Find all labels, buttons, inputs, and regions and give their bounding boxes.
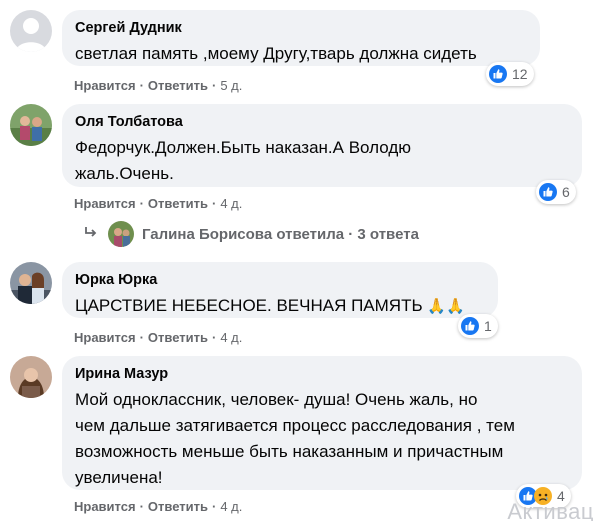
- avatar: [108, 221, 134, 247]
- separator-dot: ·: [139, 196, 144, 211]
- like-button[interactable]: Нравится: [74, 196, 136, 211]
- comment-bubble: Сергей Дудник светлая память ,моему Друг…: [62, 10, 540, 66]
- reaction-count: 12: [512, 66, 528, 82]
- comment-bubble: Ирина Мазур Мой одноклассник, человек- д…: [62, 356, 582, 490]
- separator-dot: ·: [211, 330, 217, 345]
- comment-text: светлая память ,моему Другу,тварь должна…: [75, 44, 477, 63]
- separator-dot: ·: [211, 499, 217, 514]
- separator-dot: ·: [139, 499, 144, 514]
- reply-button[interactable]: Ответить: [148, 499, 208, 514]
- comment-text: Мой одноклассник, человек- душа! Очень ж…: [75, 390, 478, 409]
- comment-actions: Нравится · Ответить · 4 д.: [74, 196, 242, 211]
- reaction-count: 1: [484, 318, 492, 334]
- comment-bubble: Оля Толбатова Федорчук.Должен.Быть наказ…: [62, 104, 582, 187]
- reaction-count: 6: [562, 184, 570, 200]
- like-button[interactable]: Нравится: [74, 499, 136, 514]
- reaction-summary[interactable]: 6: [536, 180, 576, 204]
- reaction-summary[interactable]: 1: [458, 314, 498, 338]
- avatar[interactable]: [10, 104, 52, 146]
- reply-summary-text[interactable]: Галина Борисова ответила · 3 ответа: [142, 226, 419, 243]
- comment-time[interactable]: 5 д.: [220, 78, 242, 93]
- avatar[interactable]: [10, 262, 52, 304]
- comment-text: увеличена!: [75, 468, 163, 487]
- comment-author[interactable]: Юрка Юрка: [75, 271, 485, 290]
- comment-author[interactable]: Оля Толбатова: [75, 113, 569, 132]
- separator-dot: ·: [211, 196, 217, 211]
- reaction-summary[interactable]: 12: [486, 62, 534, 86]
- comment-text: Федорчук.Должен.Быть наказан.А Володю: [75, 138, 411, 157]
- reply-button[interactable]: Ответить: [148, 78, 208, 93]
- comment-time[interactable]: 4 д.: [220, 196, 242, 211]
- comment-actions: Нравится · Ответить · 5 д.: [74, 78, 242, 93]
- activation-watermark: Активац: [507, 499, 594, 521]
- reply-button[interactable]: Ответить: [148, 330, 208, 345]
- like-icon: [489, 65, 507, 83]
- comment-text: возможность меньше быть наказанным и при…: [75, 442, 504, 461]
- comment-author[interactable]: Ирина Мазур: [75, 365, 569, 384]
- comment-time[interactable]: 4 д.: [220, 499, 242, 514]
- comment-actions: Нравится · Ответить · 4 д.: [74, 330, 242, 345]
- comment-bubble: Юрка Юрка ЦАРСТВИЕ НЕБЕСНОЕ. ВЕЧНАЯ ПАМЯ…: [62, 262, 498, 318]
- comment-author[interactable]: Сергей Дудник: [75, 19, 527, 38]
- comment-text-content: ЦАРСТВИЕ НЕБЕСНОЕ. ВЕЧНАЯ ПАМЯТЬ: [75, 296, 423, 315]
- comment-text: жаль.Очень.: [75, 164, 174, 183]
- view-replies-link[interactable]: Галина Борисова ответила · 3 ответа: [84, 221, 419, 247]
- reply-arrow-icon: [84, 226, 98, 243]
- comment-time[interactable]: 4 д.: [220, 330, 242, 345]
- separator-dot: ·: [139, 330, 144, 345]
- avatar[interactable]: [10, 10, 52, 52]
- separator-dot: ·: [211, 78, 217, 93]
- avatar[interactable]: [10, 356, 52, 398]
- comment-text: чем дальше затягивается процесс расследо…: [75, 416, 515, 435]
- like-icon: [539, 183, 557, 201]
- praying-hands-emoji: 🙏🙏: [427, 298, 465, 315]
- separator-dot: ·: [139, 78, 144, 93]
- like-button[interactable]: Нравится: [74, 330, 136, 345]
- comment-text: ЦАРСТВИЕ НЕБЕСНОЕ. ВЕЧНАЯ ПАМЯТЬ 🙏🙏: [75, 293, 485, 320]
- reply-button[interactable]: Ответить: [148, 196, 208, 211]
- like-button[interactable]: Нравится: [74, 78, 136, 93]
- like-icon: [461, 317, 479, 335]
- comment-actions: Нравится · Ответить · 4 д.: [74, 499, 242, 514]
